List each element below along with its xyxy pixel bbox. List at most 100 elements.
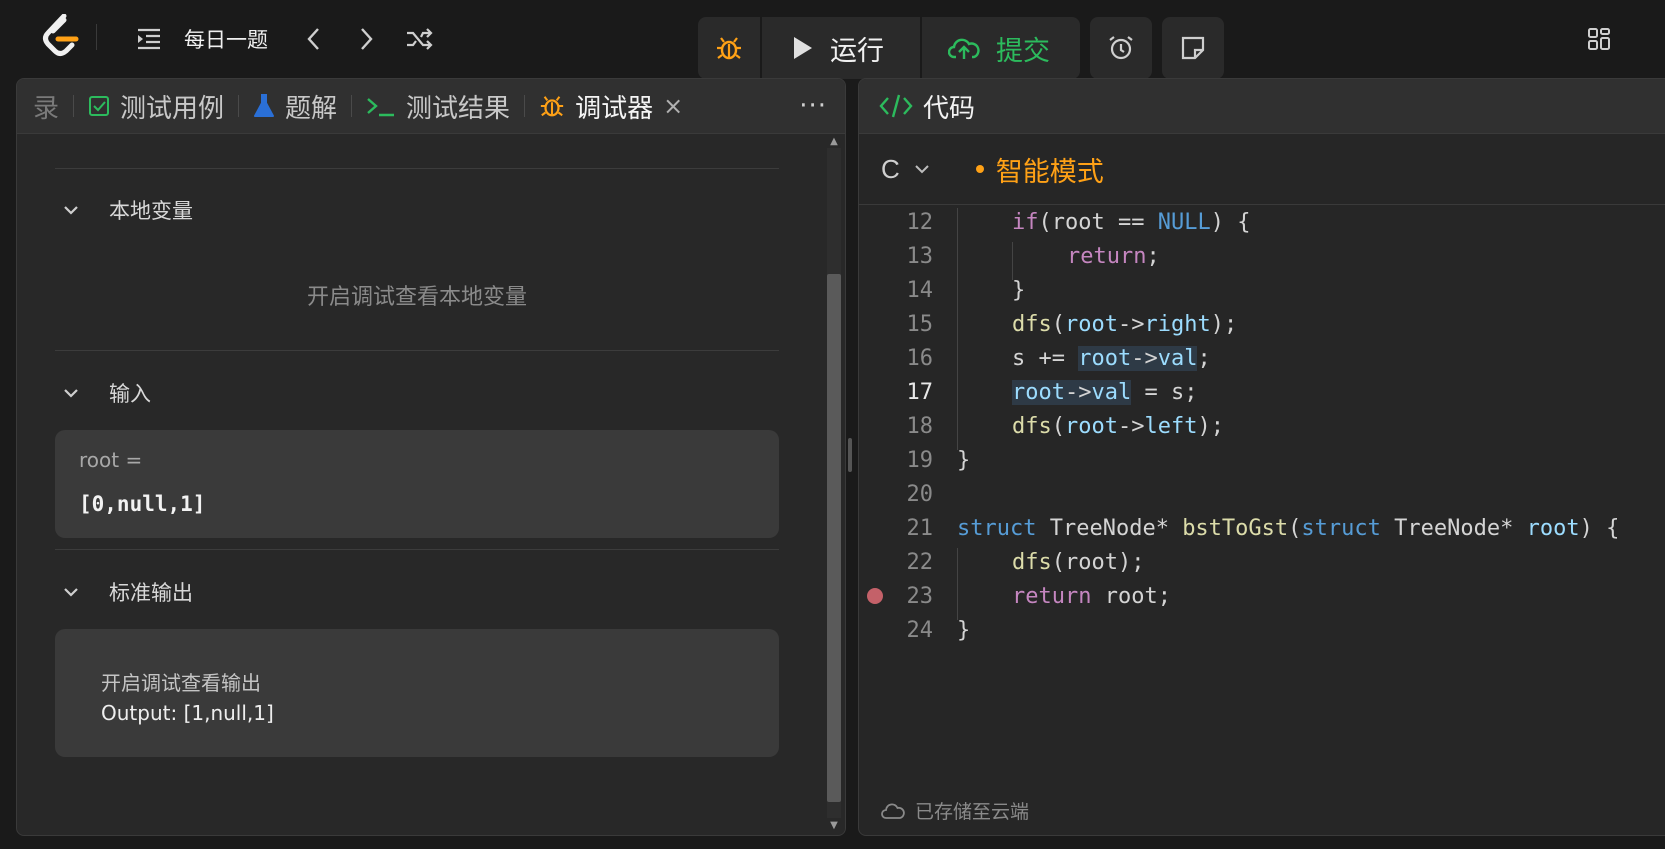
code-title: 代码 (923, 93, 976, 124)
locals-placeholder: 开启调试查看本地变量 (306, 285, 527, 310)
chevron-down-icon (63, 587, 93, 597)
debugger-content: 本地变量 开启调试查看本地变量 输入 root = [0,null,1] 标准输… (17, 134, 817, 834)
alarm-clock-icon (1109, 36, 1133, 60)
code-line: 22 dfs(root); (859, 545, 1665, 586)
code-text: } (957, 447, 971, 473)
editor-toolbar: C 智能模式 (859, 134, 1665, 205)
input-section-header[interactable]: 输入 (55, 378, 151, 408)
line-number: 13 (906, 243, 934, 269)
panel-resize-handle[interactable] (848, 438, 852, 472)
tab-test-result[interactable]: 测试结果 (366, 79, 510, 133)
line-number: 19 (906, 447, 934, 473)
code-line: 21 struct TreeNode* bstToGst(struct Tree… (859, 511, 1665, 545)
smart-mode-label[interactable]: 智能模式 (996, 150, 1104, 189)
left-scrollbar[interactable]: ▲ ▼ (823, 134, 845, 834)
breakpoint-icon[interactable] (867, 588, 883, 604)
debug-button[interactable] (698, 17, 760, 79)
code-line: 24 } (859, 613, 1665, 647)
checkbox-icon (88, 95, 110, 117)
code-text: dfs(root->right); (957, 309, 1237, 348)
scroll-down-arrow-icon[interactable]: ▼ (827, 820, 841, 832)
chevron-down-icon (63, 388, 93, 398)
stdout-box: 开启调试查看输出 Output: [1,null,1] (55, 629, 779, 757)
line-number: 16 (906, 345, 934, 371)
more-options-icon[interactable]: ··· (799, 91, 827, 121)
cloud-upload-icon (948, 38, 980, 59)
code-text: return root; (957, 581, 1171, 620)
tab-solutions[interactable]: 题解 (253, 79, 337, 133)
input-box: root = [0,null,1] (55, 430, 779, 538)
locals-section-header[interactable]: 本地变量 (55, 195, 193, 225)
tab-separator (351, 95, 353, 117)
chevron-right-icon[interactable] (354, 24, 380, 54)
cloud-icon (881, 802, 905, 820)
tab-testcase[interactable]: 测试用例 (88, 79, 224, 133)
line-number: 15 (906, 311, 934, 337)
code-text: } (957, 617, 971, 643)
tab-label: 题解 (285, 93, 338, 124)
line-number: 20 (906, 481, 934, 507)
notes-button[interactable] (1162, 17, 1224, 79)
code-line: 13 return; (859, 239, 1665, 280)
play-icon (794, 37, 812, 59)
left-panel: 录 测试用例 题解 测试结果 调试器 × ··· 本地变量 开启调试查看本地变量… (16, 78, 846, 836)
line-number: 22 (906, 549, 934, 575)
shuffle-icon[interactable] (404, 24, 434, 54)
code-header: 代码 (859, 79, 1665, 134)
input-title: 输入 (109, 382, 151, 406)
code-line: 20 (859, 477, 1665, 511)
code-text: return; (957, 241, 1160, 280)
scroll-thumb[interactable] (827, 274, 841, 802)
input-var-name: root = (79, 448, 143, 472)
line-number: 14 (906, 277, 934, 303)
line-number: 12 (906, 209, 934, 235)
chevron-left-icon[interactable] (300, 24, 326, 54)
leetcode-logo-icon[interactable] (42, 13, 82, 60)
close-tab-icon[interactable]: × (663, 92, 683, 120)
problem-list-icon[interactable] (134, 24, 164, 54)
run-label: 运行 (830, 35, 884, 67)
locals-title: 本地变量 (109, 199, 193, 223)
tab-label: 测试用例 (120, 93, 225, 124)
top-bar: 每日一题 运行 提交 (0, 0, 1665, 79)
code-line: 18 dfs(root->left); (859, 409, 1665, 450)
code-brackets-icon (879, 93, 913, 119)
input-var-value: [0,null,1] (79, 492, 206, 516)
scroll-up-arrow-icon[interactable]: ▲ (827, 136, 841, 148)
code-line: 15 dfs(root->right); (859, 307, 1665, 348)
code-text: dfs(root); (957, 547, 1144, 586)
tab-separator (524, 95, 526, 117)
code-text: } (957, 275, 1025, 314)
divider (96, 24, 97, 50)
left-tab-bar: 录 测试用例 题解 测试结果 调试器 × ··· (17, 79, 845, 134)
line-number: 21 (906, 515, 934, 541)
code-line-current: 17 root->val = s; (859, 375, 1665, 416)
timer-button[interactable] (1090, 17, 1152, 79)
code-panel: 代码 C 智能模式 12 if(root == NULL) { 13 retur… (858, 78, 1665, 836)
stdout-section-header[interactable]: 标准输出 (55, 577, 193, 607)
stdout-output: Output: [1,null,1] (101, 701, 274, 725)
divider (55, 549, 779, 550)
tab-separator (238, 95, 240, 117)
run-button[interactable]: 运行 (762, 17, 920, 79)
layout-grid-icon[interactable] (1586, 26, 1612, 52)
divider (55, 168, 779, 169)
code-line: 19 } (859, 443, 1665, 477)
stdout-title: 标准输出 (109, 581, 193, 605)
note-icon (1181, 36, 1205, 60)
line-number: 24 (906, 617, 934, 643)
tab-debugger[interactable]: 调试器 × (539, 79, 683, 133)
bug-icon (717, 37, 741, 60)
stdout-placeholder: 开启调试查看输出 (101, 671, 261, 695)
language-select[interactable]: C (881, 154, 900, 185)
save-status: 已存储至云端 (881, 797, 1029, 824)
tab-separator (73, 95, 75, 117)
submit-button[interactable]: 提交 (922, 17, 1080, 79)
code-text: s += root->val; (957, 343, 1211, 382)
code-line: 14 } (859, 273, 1665, 314)
daily-question-label[interactable]: 每日一题 (184, 24, 268, 54)
terminal-icon (366, 95, 396, 117)
chevron-down-icon[interactable] (914, 164, 930, 174)
code-editor[interactable]: 12 if(root == NULL) { 13 return; 14 } 15… (859, 205, 1665, 765)
tab-description-truncated[interactable]: 录 (33, 79, 59, 133)
